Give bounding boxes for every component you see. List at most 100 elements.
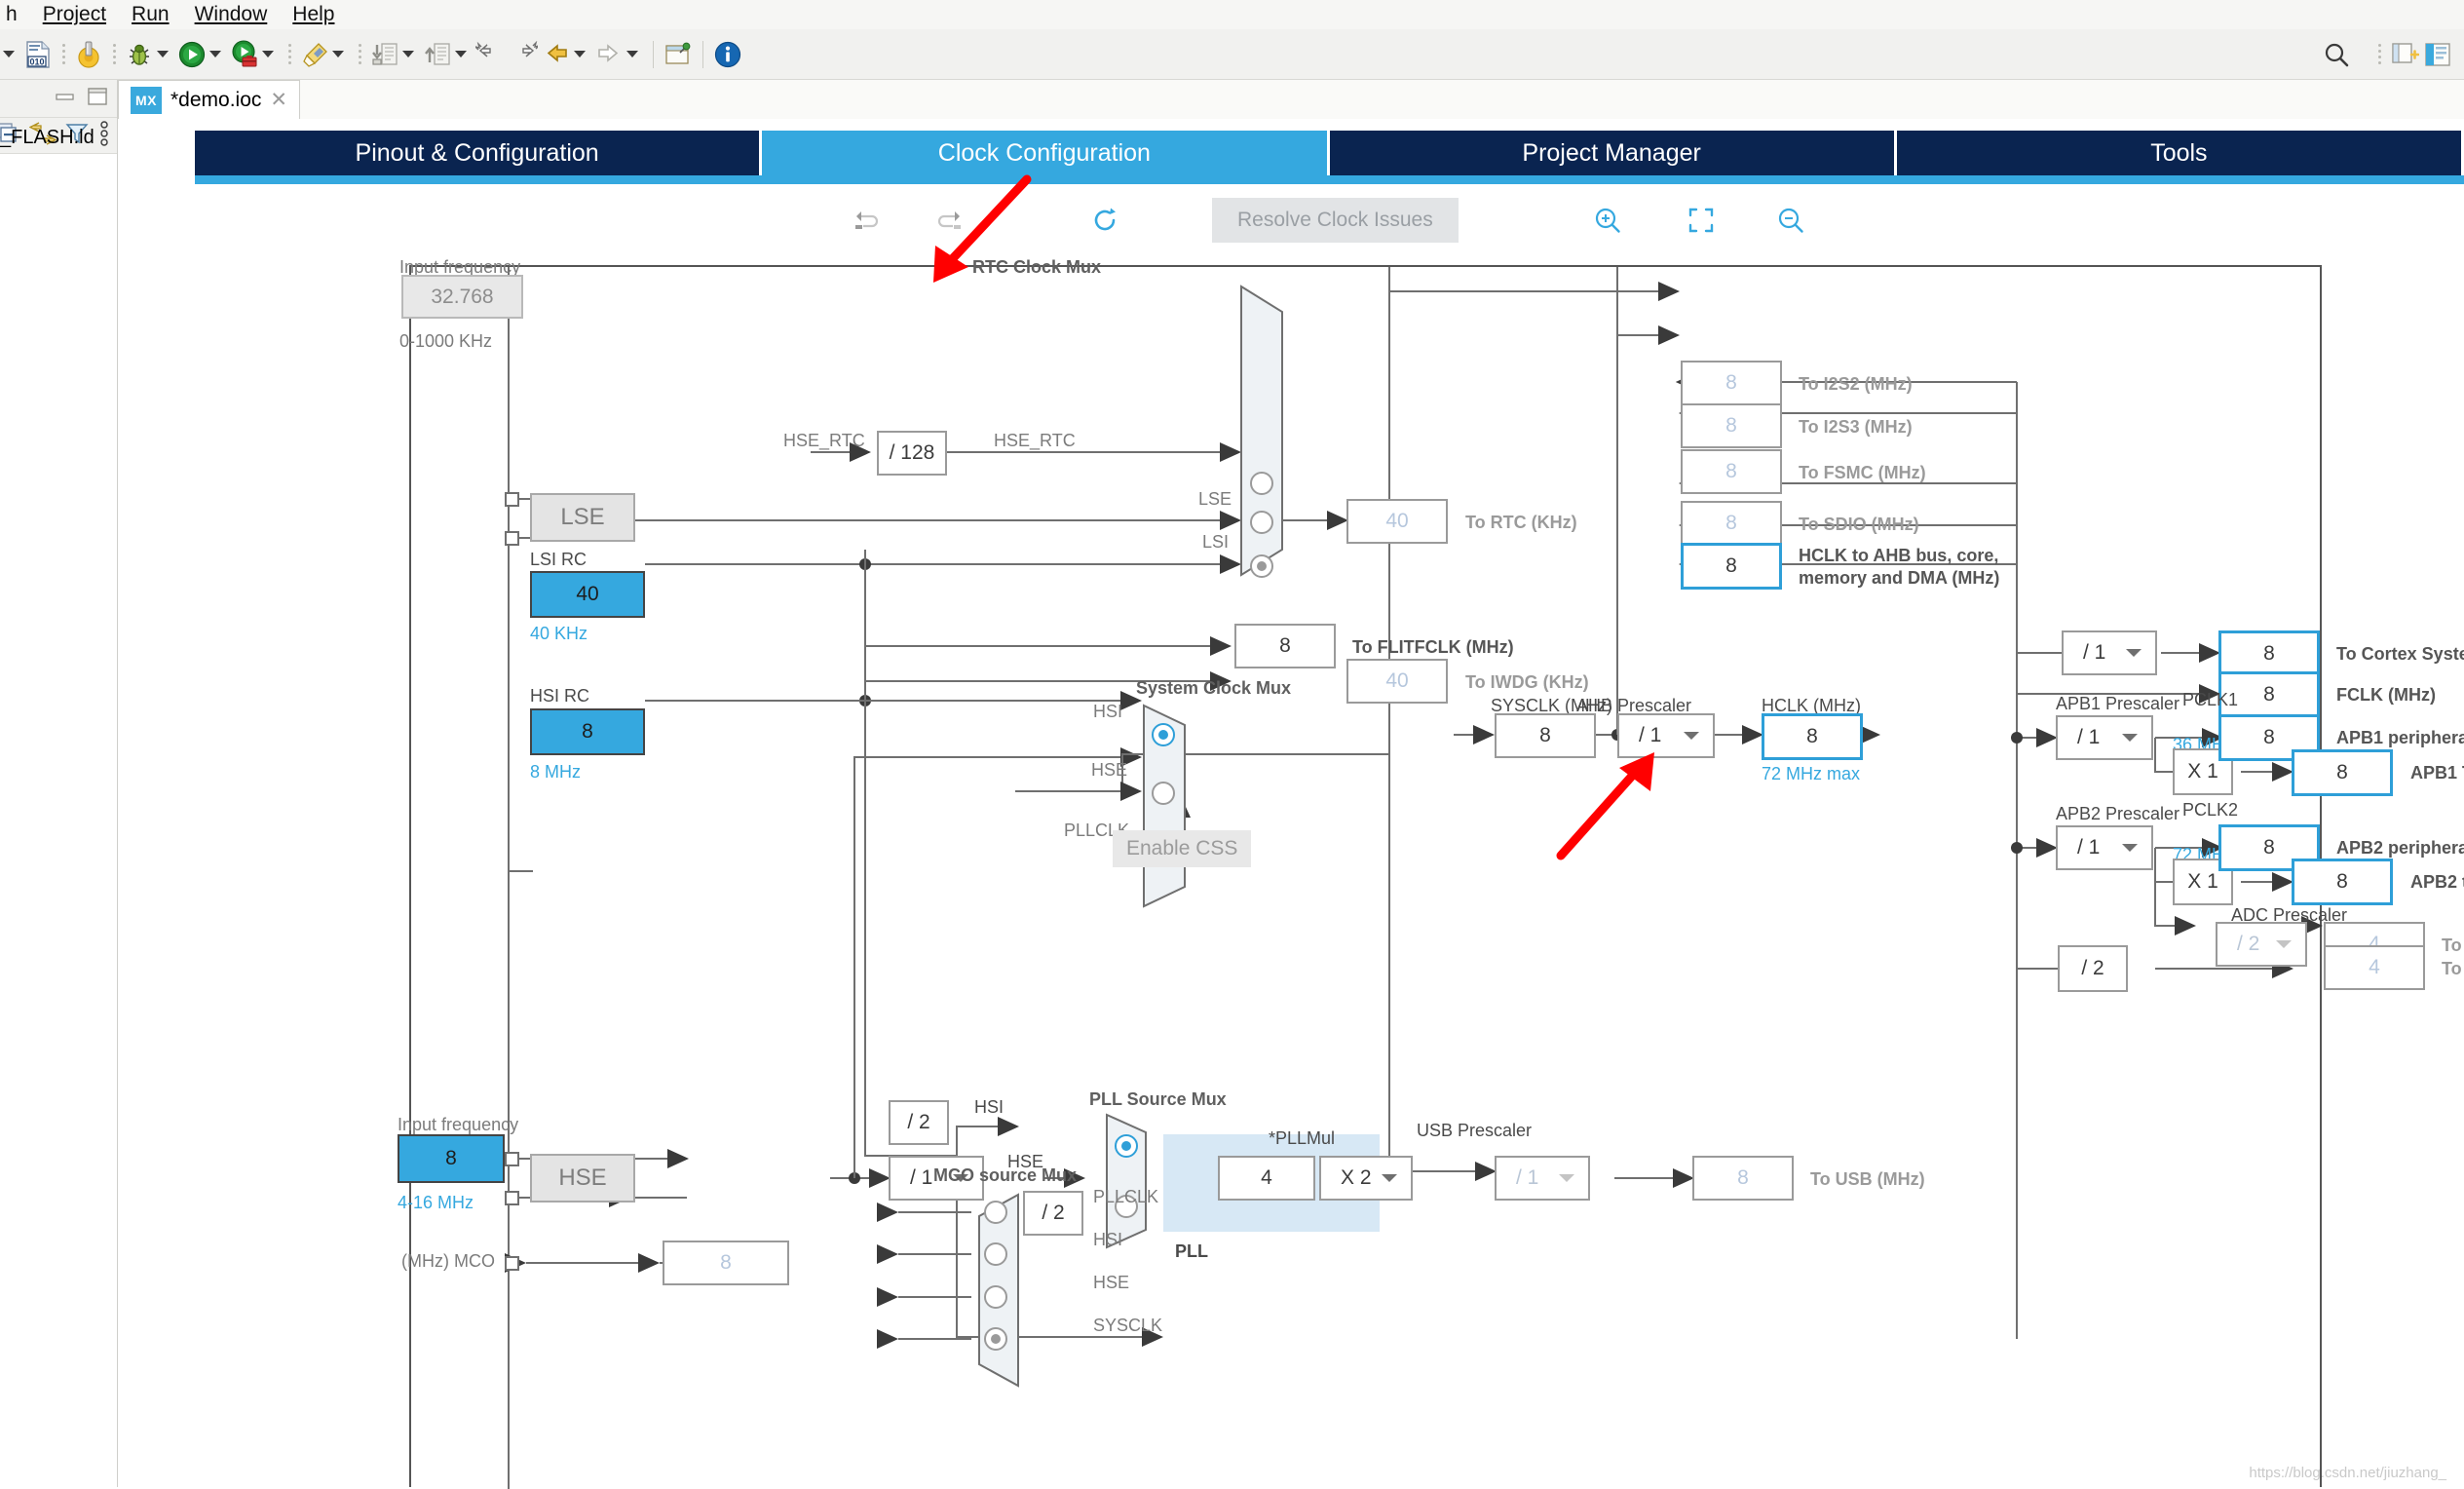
zoom-in-icon[interactable]	[1591, 204, 1624, 237]
run-external-icon[interactable]	[228, 38, 261, 71]
to-i2s3-value-field[interactable]: 8	[1681, 403, 1782, 448]
to-adc-label: To ADC1,2,3	[2442, 935, 2464, 955]
rtc-mux-option-lse[interactable]	[1250, 511, 1273, 534]
hse-range-label: 4-16 MHz	[398, 1193, 474, 1212]
ahb-prescaler-select[interactable]: / 1	[1617, 713, 1715, 758]
system-mux-option-hsi[interactable]	[1152, 723, 1175, 746]
back-icon[interactable]	[540, 38, 573, 71]
pin-editor-icon[interactable]	[662, 38, 695, 71]
export-icon[interactable]	[421, 38, 454, 71]
menu-item-help[interactable]: Help	[292, 3, 334, 26]
to-rtc-value-field[interactable]: 40	[1346, 499, 1448, 544]
mco-source-mux-title: MCO source Mux	[933, 1165, 1078, 1185]
close-icon[interactable]: ✕	[270, 88, 287, 112]
adc-prescaler-select[interactable]: / 2	[2216, 922, 2307, 967]
hclk-to-ahb-value-field[interactable]: 8	[1681, 543, 1782, 590]
left-panel	[0, 80, 118, 1487]
editor-tab-demo-ioc[interactable]: MX *demo.ioc ✕	[118, 80, 300, 119]
system-mux-option-hse[interactable]	[1152, 782, 1175, 805]
forward-dropdown-caret-icon[interactable]	[626, 51, 638, 57]
toolbar-overflow-caret-icon[interactable]	[3, 51, 15, 57]
to-i2s2-label: To I2S2 (MHz)	[1799, 374, 1913, 394]
to-flitfclk-value-field[interactable]: 8	[1234, 624, 1336, 668]
hclk-value-field[interactable]: 8	[1762, 713, 1863, 760]
search-icon[interactable]	[2320, 38, 2353, 71]
usb-prescaler-select[interactable]: / 1	[1495, 1156, 1590, 1201]
project-file-label[interactable]: _FLASH.ld	[0, 127, 95, 149]
zoom-out-icon[interactable]	[1774, 204, 1807, 237]
reset-clock-icon[interactable]	[1087, 203, 1122, 238]
marker-icon[interactable]	[298, 38, 331, 71]
debug-icon[interactable]	[123, 38, 156, 71]
sysclk-value-field[interactable]: 8	[1495, 713, 1596, 758]
perspective-cubemx-icon[interactable]	[2421, 38, 2454, 71]
info-icon[interactable]	[711, 38, 744, 71]
mco-mux-option-hse[interactable]	[984, 1285, 1007, 1309]
toolbar-grip	[2377, 42, 2381, 67]
apb1-timer-value-field[interactable]: 8	[2292, 749, 2393, 796]
cortex-prescaler-select[interactable]: / 1	[2062, 630, 2157, 675]
resolve-clock-issues-button[interactable]: Resolve Clock Issues	[1212, 198, 1459, 243]
rtc-mux-option-hse-rtc[interactable]	[1250, 472, 1273, 495]
rtc-mux-option-lsi[interactable]	[1250, 554, 1273, 578]
apb2-timer-value-field[interactable]: 8	[2292, 859, 2393, 905]
minimize-icon[interactable]	[54, 88, 77, 110]
apb1-prescaler-select[interactable]: / 1	[2056, 715, 2153, 760]
lse-block[interactable]: LSE	[530, 493, 635, 542]
apb2-prescaler-select[interactable]: / 1	[2056, 825, 2153, 870]
redo-icon[interactable]	[935, 205, 967, 236]
perspective-add-icon[interactable]	[2388, 38, 2421, 71]
hsi-value-field[interactable]: 8	[530, 708, 645, 755]
to-sdio-value-field[interactable]: 8	[1681, 501, 1782, 546]
tab-pinout-configuration[interactable]: Pinout & Configuration	[195, 131, 760, 175]
pllmul-select[interactable]: X 2	[1319, 1156, 1413, 1201]
to-fsmc-value-field[interactable]: 8	[1681, 449, 1782, 494]
run-dropdown-caret-icon[interactable]	[209, 51, 221, 57]
maximize-icon[interactable]	[86, 86, 109, 112]
next-edit-icon[interactable]	[507, 38, 540, 71]
menu-item-project[interactable]: Project	[43, 3, 106, 26]
build-icon[interactable]	[72, 38, 105, 71]
chevron-down-icon	[1382, 1174, 1397, 1182]
menu-item-h[interactable]: h	[6, 3, 18, 26]
adc-prescaler-value: / 2	[2237, 933, 2260, 955]
undo-icon[interactable]	[850, 205, 881, 236]
debug-dropdown-caret-icon[interactable]	[157, 51, 169, 57]
import-dropdown-caret-icon[interactable]	[402, 51, 414, 57]
pll-input-value-field[interactable]: 4	[1218, 1156, 1315, 1201]
lsi-value-field[interactable]: 40	[530, 571, 645, 618]
hse-input-frequency-field[interactable]: 8	[398, 1134, 505, 1183]
mco-mux-option-hsi[interactable]	[984, 1242, 1007, 1266]
menu-item-window[interactable]: Window	[195, 3, 268, 26]
prev-edit-icon[interactable]	[474, 38, 507, 71]
mco-value-field[interactable]: 8	[663, 1241, 789, 1285]
pll-source-mux[interactable]	[1105, 1113, 1152, 1249]
run-icon[interactable]	[175, 38, 208, 71]
back-dropdown-caret-icon[interactable]	[574, 51, 586, 57]
lse-input-frequency-field[interactable]: 32.768	[401, 275, 523, 319]
menu-item-run[interactable]: Run	[132, 3, 170, 26]
import-icon[interactable]	[368, 38, 401, 71]
tab-project-manager[interactable]: Project Manager	[1329, 131, 1894, 175]
mco-mux-option-sysclk[interactable]	[984, 1327, 1007, 1351]
new-c-file-icon[interactable]: 010	[21, 38, 55, 71]
view-menu-icon[interactable]	[97, 120, 111, 151]
to-sdio-bottom-value-field[interactable]: 4	[2324, 945, 2425, 990]
to-usb-value-field[interactable]: 8	[1692, 1156, 1794, 1201]
marker-dropdown-caret-icon[interactable]	[332, 51, 344, 57]
export-dropdown-caret-icon[interactable]	[455, 51, 467, 57]
mco-mux-option-pllclk[interactable]	[984, 1201, 1007, 1224]
enable-css-button[interactable]: Enable CSS	[1113, 830, 1252, 867]
chevron-down-icon	[2126, 649, 2142, 657]
to-iwdg-value-field[interactable]: 40	[1346, 659, 1448, 704]
cortex-timer-value-field[interactable]: 8	[2218, 630, 2320, 677]
tab-clock-configuration[interactable]: Clock Configuration	[762, 131, 1327, 175]
pll-mux-option-hsi[interactable]	[1115, 1134, 1138, 1158]
fit-to-window-icon[interactable]	[1685, 204, 1718, 237]
to-i2s2-value-field[interactable]: 8	[1681, 361, 1782, 405]
run-external-dropdown-caret-icon[interactable]	[262, 51, 274, 57]
fclk-label: FCLK (MHz)	[2336, 685, 2436, 705]
forward-icon[interactable]	[592, 38, 625, 71]
tab-tools[interactable]: Tools	[1896, 131, 2461, 175]
hse-block[interactable]: HSE	[530, 1154, 635, 1203]
